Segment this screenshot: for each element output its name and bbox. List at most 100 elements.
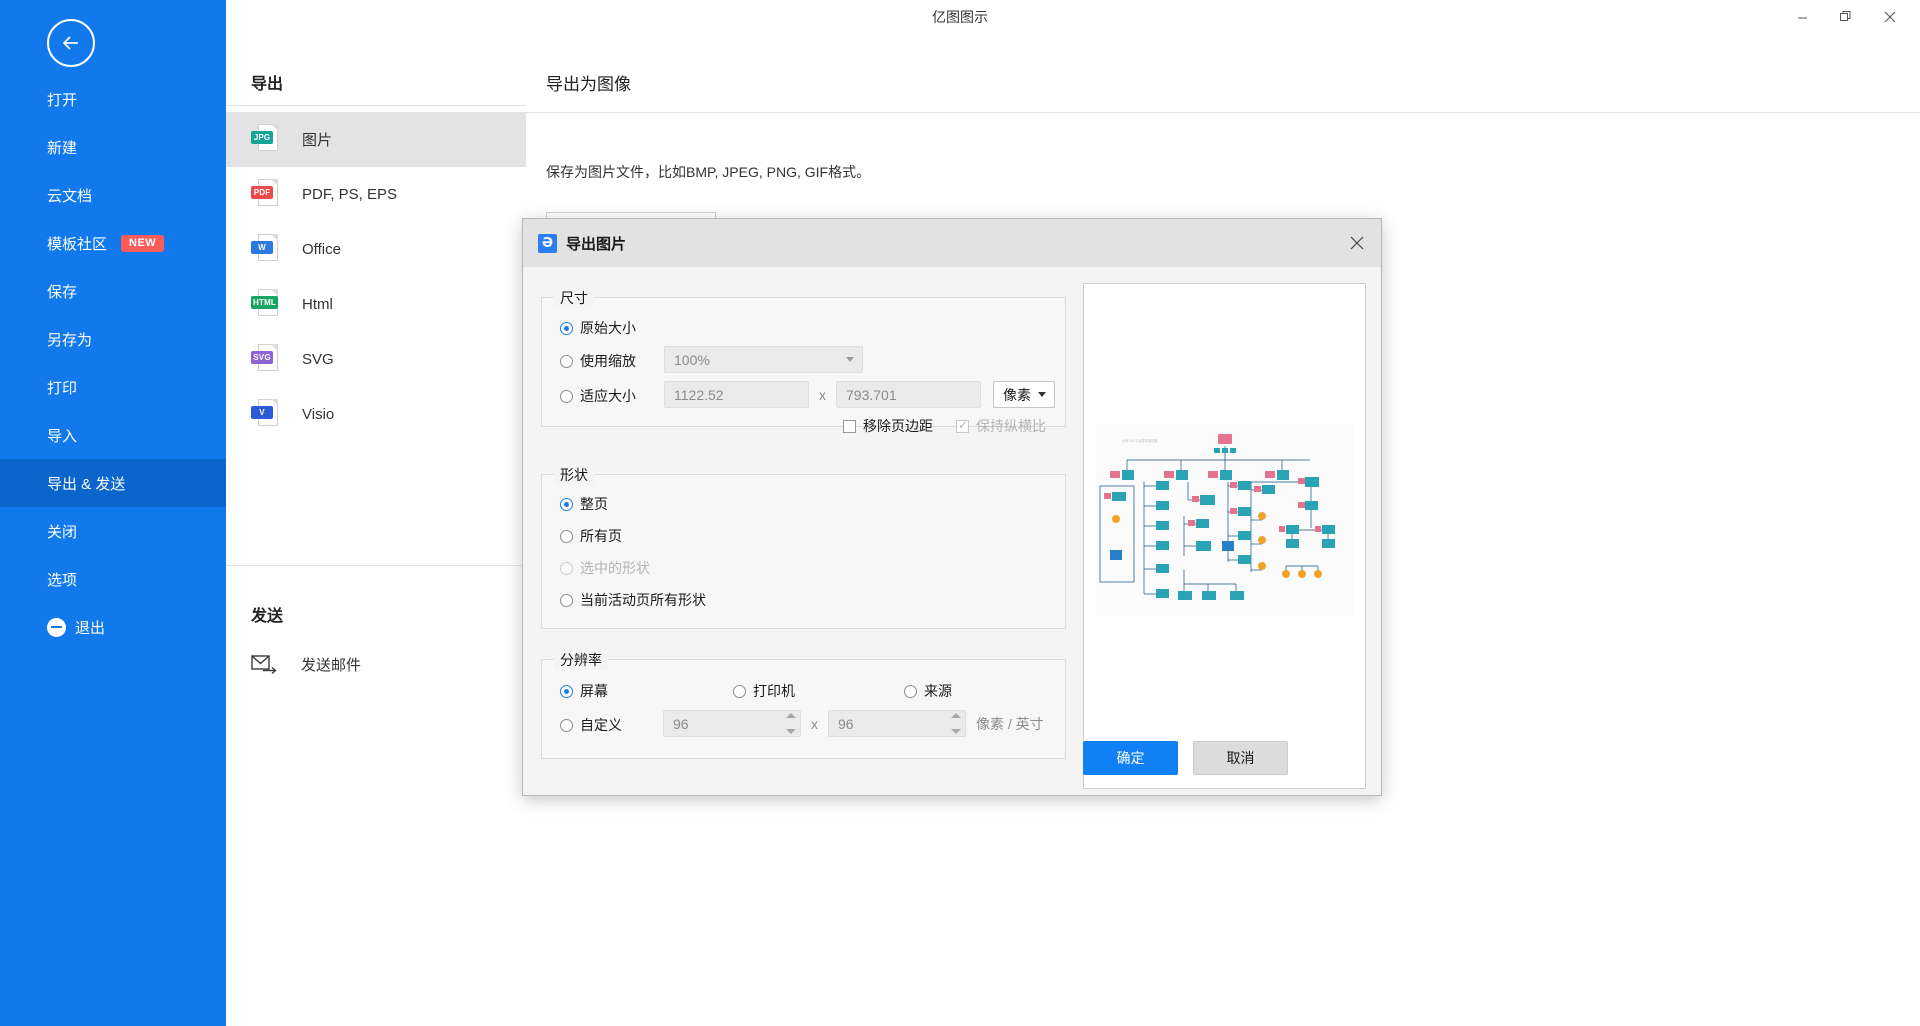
sidebar-item-label: 新建 (47, 139, 78, 157)
radio-use-scale[interactable] (560, 354, 573, 368)
radio-label: 整页 (580, 496, 608, 512)
resolution-legend: 分辨率 (554, 650, 608, 670)
minimize-button[interactable] (1780, 2, 1824, 32)
radio-label: 打印机 (753, 683, 795, 699)
radio-custom-resolution[interactable] (560, 718, 573, 732)
sidebar-item-export-send[interactable]: 导出 & 发送 (0, 459, 226, 507)
divider (526, 112, 1920, 113)
app-title: 亿图图示 (932, 9, 988, 25)
size-original-option[interactable]: 原始大小 (560, 318, 636, 338)
radio-label: 选中的形状 (580, 560, 650, 576)
sidebar-item-import[interactable]: 导入 (0, 411, 226, 459)
format-tag: V (251, 405, 273, 419)
sidebar-item-new[interactable]: 新建 (0, 123, 226, 171)
checkbox-remove-margin[interactable] (843, 419, 856, 433)
sidebar-item-save[interactable]: 保存 (0, 267, 226, 315)
format-item-visio[interactable]: V Visio (226, 387, 526, 442)
size-fit-option[interactable]: 适应大小 (560, 386, 636, 406)
sidebar-item-label: 导出 & 发送 (47, 475, 126, 493)
radio-label: 使用缩放 (580, 353, 636, 369)
format-label: PDF, PS, EPS (302, 186, 398, 203)
dialog-close-button[interactable] (1333, 219, 1381, 267)
spinner-y[interactable] (951, 713, 962, 734)
sidebar-item-close[interactable]: 关闭 (0, 507, 226, 555)
sidebar-item-cloud-doc[interactable]: 云文档 (0, 171, 226, 219)
word-file-icon: W (251, 233, 278, 266)
back-arrow-icon[interactable] (47, 19, 95, 67)
format-label: Html (302, 296, 333, 313)
radio-label: 当前活动页所有形状 (580, 592, 706, 608)
radio-label: 自定义 (580, 717, 622, 733)
sidebar-item-open[interactable]: 打开 (0, 75, 226, 123)
radio-label: 原始大小 (580, 320, 636, 336)
format-item-image[interactable]: JPG 图片 (226, 112, 526, 167)
spinner-x[interactable] (786, 713, 797, 734)
resolution-option-printer[interactable]: 打印机 (733, 681, 795, 701)
custom-dpi-y-value: 96 (838, 715, 854, 732)
sidebar-item-quit[interactable]: 退出 (0, 603, 226, 651)
main-sidebar: 打开 新建 云文档 模板社区 NEW 保存 另存为 打印 导入 导出 & 发送 … (0, 0, 226, 1026)
custom-dpi-x-value: 96 (673, 715, 689, 732)
export-preview: 公司 OA 平台整体架构图 (1083, 283, 1366, 789)
shape-option-whole-page[interactable]: 整页 (560, 494, 608, 514)
size-unit-dropdown[interactable]: 像素 (993, 381, 1055, 408)
quit-icon (47, 617, 66, 637)
shape-option-active-page-shapes[interactable]: 当前活动页所有形状 (560, 590, 706, 610)
radio-original-size[interactable] (560, 321, 573, 335)
chevron-down-icon (1038, 392, 1046, 397)
format-tag: PDF (251, 185, 273, 199)
format-tag: HTML (251, 295, 279, 309)
sidebar-item-print[interactable]: 打印 (0, 363, 226, 411)
format-label: Visio (302, 406, 335, 423)
ok-button[interactable]: 确定 (1083, 741, 1178, 775)
remove-margin-option[interactable]: 移除页边距 (843, 416, 933, 436)
radio-label: 所有页 (580, 528, 622, 544)
resolution-option-custom[interactable]: 自定义 (560, 715, 622, 735)
resolution-option-screen[interactable]: 屏幕 (560, 681, 608, 701)
sidebar-item-label: 导入 (47, 427, 78, 445)
custom-dpi-y-input[interactable]: 96 (828, 710, 966, 737)
maximize-restore-button[interactable] (1824, 2, 1868, 32)
custom-dpi-x-input[interactable]: 96 (663, 710, 801, 737)
sidebar-item-label: 打印 (47, 379, 78, 397)
window-controls (1780, 0, 1912, 34)
resolution-option-source[interactable]: 来源 (904, 681, 952, 701)
radio-fit-size[interactable] (560, 389, 573, 403)
sidebar-item-save-as[interactable]: 另存为 (0, 315, 226, 363)
size-unit-value: 像素 (1003, 386, 1031, 403)
divider (226, 105, 526, 106)
export-image-dialog: Ə 导出图片 尺寸 原始大小 使用缩放 100% 适应大小 1122.52 x (522, 218, 1382, 796)
sidebar-item-options[interactable]: 选项 (0, 555, 226, 603)
radio-printer[interactable] (733, 684, 746, 698)
svg-text:公司 OA 平台整体架构图: 公司 OA 平台整体架构图 (1122, 438, 1157, 443)
shape-option-all-pages[interactable]: 所有页 (560, 526, 622, 546)
format-item-pdf-ps-eps[interactable]: PDF PDF, PS, EPS (226, 167, 526, 222)
sidebar-item-label: 保存 (47, 283, 78, 301)
format-tag: JPG (251, 130, 273, 144)
size-scale-option[interactable]: 使用缩放 (560, 351, 636, 371)
format-item-office[interactable]: W Office (226, 222, 526, 277)
mail-send-icon (251, 654, 277, 675)
fit-width-input[interactable]: 1122.52 (664, 381, 809, 408)
radio-selected-shapes (560, 561, 573, 575)
dpi-unit-label: 像素 / 英寸 (976, 715, 1044, 732)
radio-source[interactable] (904, 684, 917, 698)
radio-active-page-all-shapes[interactable] (560, 593, 573, 607)
scale-value-dropdown[interactable]: 100% (664, 346, 863, 373)
format-item-svg[interactable]: SVG SVG (226, 332, 526, 387)
fit-height-input[interactable]: 793.701 (836, 381, 981, 408)
checkbox-label: 保持纵横比 (976, 418, 1046, 434)
radio-screen[interactable] (560, 684, 573, 698)
html-file-icon: HTML (251, 288, 279, 321)
format-item-html[interactable]: HTML Html (226, 277, 526, 332)
send-email-item[interactable]: 发送邮件 (226, 639, 526, 689)
radio-whole-page[interactable] (560, 497, 573, 511)
shape-option-selected-shapes: 选中的形状 (560, 558, 650, 578)
radio-all-pages[interactable] (560, 529, 573, 543)
checkbox-keep-aspect-ratio (956, 418, 969, 433)
cancel-button[interactable]: 取消 (1193, 741, 1288, 775)
close-window-button[interactable] (1868, 2, 1912, 32)
size-legend: 尺寸 (554, 288, 594, 308)
sidebar-item-template-community[interactable]: 模板社区 NEW (0, 219, 226, 267)
format-label: 图片 (302, 132, 333, 149)
